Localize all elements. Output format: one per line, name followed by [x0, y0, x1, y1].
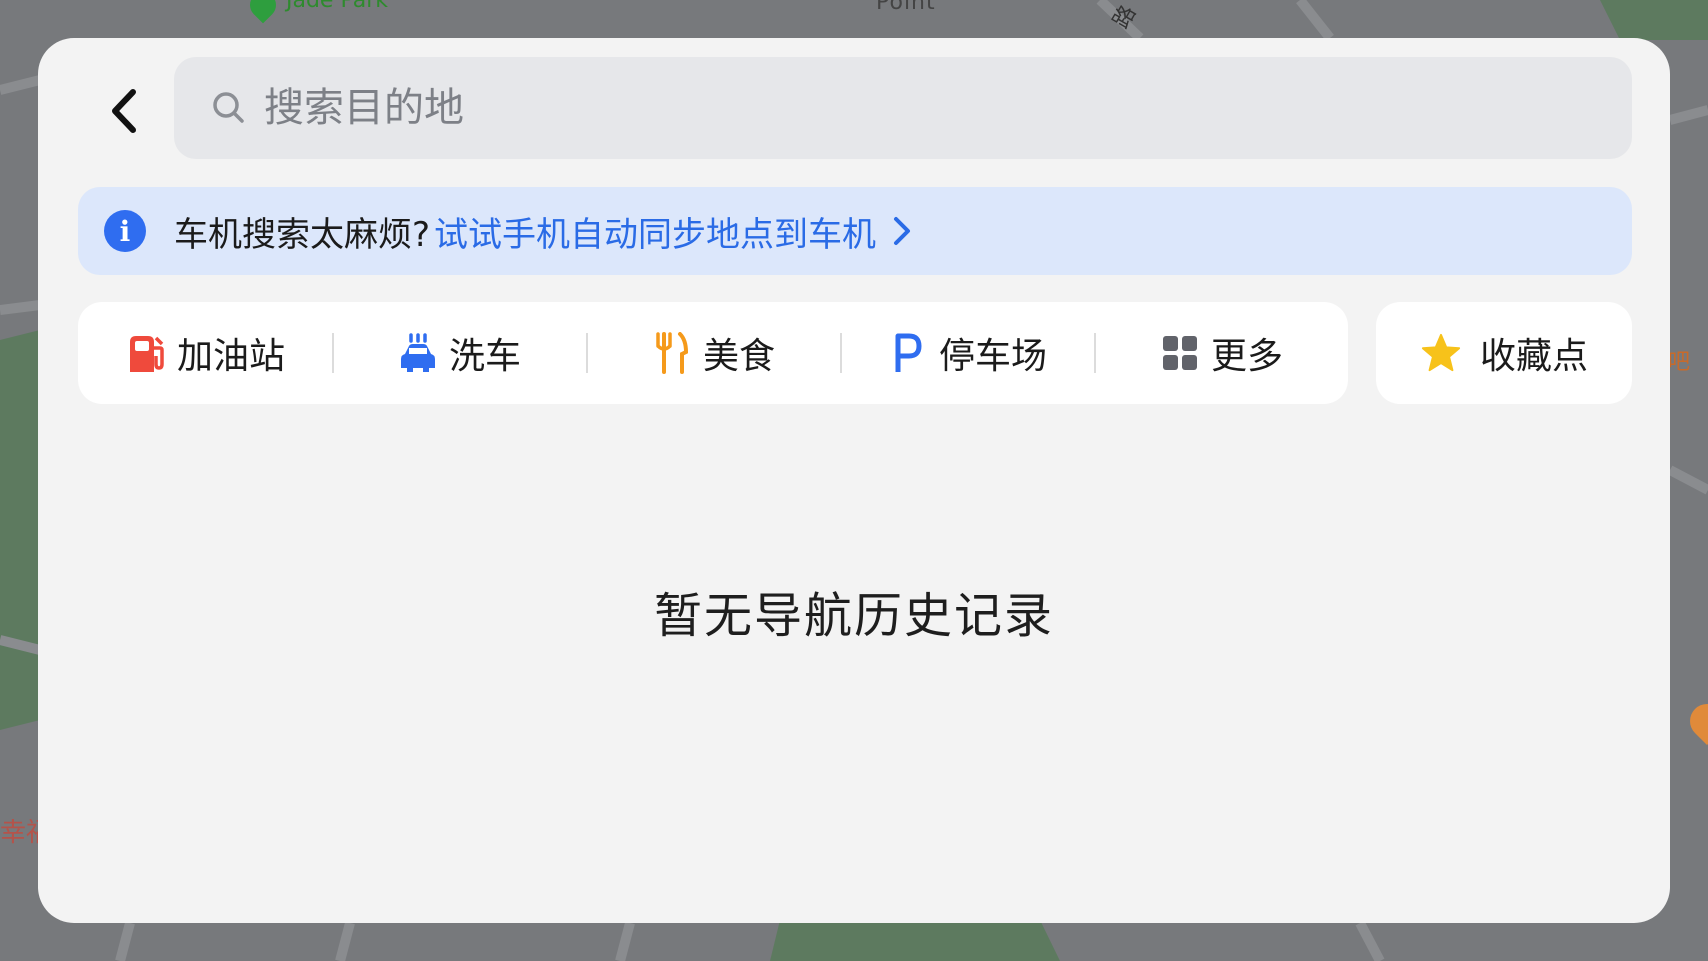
favorites-button[interactable]: 收藏点 — [1376, 302, 1632, 404]
banner-text: 车机搜索太麻烦? — [174, 214, 431, 255]
back-button[interactable] — [94, 81, 154, 141]
empty-history-message: 暂无导航历史记录 — [653, 588, 1054, 644]
car-wash-icon — [397, 332, 439, 374]
search-input[interactable] — [264, 78, 1632, 138]
category-gas-station-label: 加油站 — [176, 336, 285, 377]
parking-icon — [887, 332, 929, 374]
search-icon — [212, 91, 246, 125]
category-parking-label: 停车场 — [938, 336, 1047, 377]
map-park-label[interactable]: Jade Park — [286, 0, 388, 13]
favorites-label: 收藏点 — [1479, 336, 1588, 377]
sync-tip-banner[interactable]: i 车机搜索太麻烦? 试试手机自动同步地点到车机 — [78, 187, 1632, 275]
map-point-label[interactable]: Point — [876, 0, 936, 15]
category-more-label: 更多 — [1210, 336, 1283, 377]
star-icon — [1420, 332, 1462, 374]
chevron-right-icon — [892, 214, 916, 248]
category-parking[interactable]: 停车场 — [840, 302, 1094, 404]
category-more[interactable]: 更多 — [1094, 302, 1348, 404]
gas-station-icon — [125, 332, 167, 374]
search-box[interactable] — [174, 57, 1632, 159]
category-car-wash-label: 洗车 — [448, 336, 521, 377]
category-food[interactable]: 美食 — [586, 302, 840, 404]
category-food-label: 美食 — [702, 336, 775, 377]
map-right-label[interactable]: 吧 — [1668, 344, 1690, 376]
category-car-wash[interactable]: 洗车 — [332, 302, 586, 404]
info-icon: i — [104, 210, 146, 252]
grid-icon — [1159, 332, 1201, 374]
banner-link[interactable]: 试试手机自动同步地点到车机 — [434, 207, 876, 256]
search-panel: i 车机搜索太麻烦? 试试手机自动同步地点到车机 加油站 — [38, 38, 1670, 923]
food-icon — [651, 332, 693, 374]
category-gas-station[interactable]: 加油站 — [78, 302, 332, 404]
category-bar: 加油站 洗车 美食 停车场 更多 — [78, 302, 1348, 404]
chevron-left-icon — [112, 89, 136, 133]
